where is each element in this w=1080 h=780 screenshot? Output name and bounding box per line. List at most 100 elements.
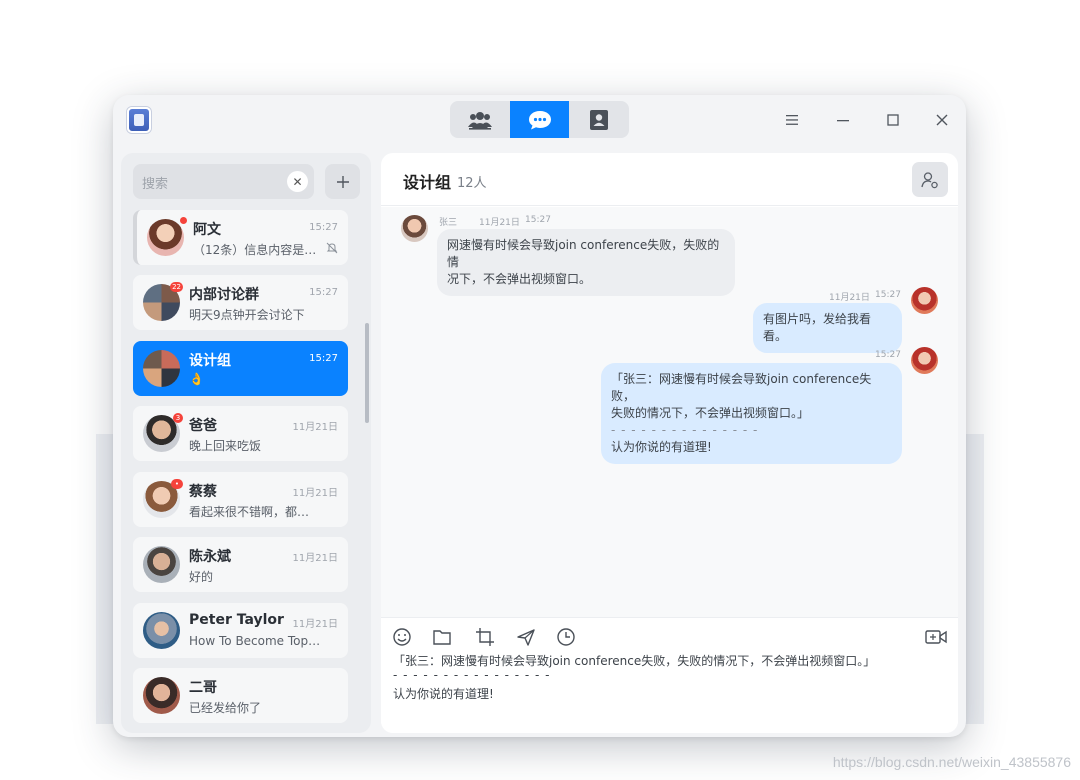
- maximize-icon: [887, 114, 899, 126]
- avatar: [143, 546, 180, 583]
- conversation-time: 15:27: [309, 353, 338, 364]
- conversation-preview: 👌: [189, 372, 204, 386]
- message-time: 15:27: [875, 350, 901, 360]
- tab-address-book[interactable]: [569, 101, 629, 138]
- draft-reply: 认为你说的有道理!: [393, 687, 494, 701]
- file-button[interactable]: [431, 626, 453, 648]
- avatar: [143, 677, 180, 714]
- search-input[interactable]: 搜索 ✕: [133, 164, 314, 199]
- app-window: 搜索 ✕ 阿文 （12条）信息内容是下… 15:27 22 内部讨论群 明天9点…: [113, 95, 966, 737]
- clock-icon: [557, 628, 575, 646]
- message-sender: 张三: [439, 218, 458, 228]
- crop-icon: [476, 628, 494, 646]
- tab-contacts-group[interactable]: [450, 101, 510, 138]
- conversation-item[interactable]: 二哥 已经发给你了: [133, 668, 348, 723]
- message-bubble[interactable]: 「张三：网速慢有时候会导致join conference失败， 失败的情况下，不…: [601, 363, 902, 464]
- video-call-button[interactable]: [925, 626, 947, 648]
- chat-title: 设计组: [403, 173, 452, 192]
- quote-text: 「张三：网速慢有时候会导致join conference失败，: [611, 372, 872, 403]
- message-date: 11月21日: [479, 218, 520, 228]
- message-time: 15:27: [525, 215, 551, 225]
- avatar: [147, 217, 187, 256]
- title-bar: [113, 95, 966, 145]
- message-date: 11月21日: [829, 293, 870, 303]
- screenshot-button[interactable]: [474, 626, 496, 648]
- maximize-button[interactable]: [880, 107, 906, 133]
- message-text: 有图片吗，发给我看看。: [763, 312, 872, 343]
- avatar: •: [143, 479, 183, 518]
- message-text: 况下，不会弹出视频窗口。: [447, 272, 592, 286]
- close-button[interactable]: [929, 107, 955, 133]
- conversation-item-active[interactable]: 设计组 👌 15:27: [133, 341, 348, 396]
- clear-search-button[interactable]: ✕: [287, 171, 308, 192]
- message-text: 网速慢有时候会导致join conference失败，失败的情: [447, 238, 720, 269]
- emoji-icon: [393, 628, 411, 646]
- contacts-group-icon: [467, 111, 492, 130]
- address-book-icon: [590, 109, 609, 130]
- unread-badge: 22: [170, 282, 183, 292]
- conversation-preview: 晚上回来吃饭: [189, 439, 262, 453]
- minimize-button[interactable]: [830, 107, 856, 133]
- close-icon: [936, 114, 948, 126]
- history-button[interactable]: [555, 626, 577, 648]
- message-bubble[interactable]: 网速慢有时候会导致join conference失败，失败的情 况下，不会弹出视…: [437, 229, 735, 296]
- conversation-name: 蔡蔡: [189, 484, 217, 500]
- add-conversation-button[interactable]: [325, 164, 360, 199]
- conversation-preview: （12条）信息内容是下…: [193, 243, 325, 257]
- avatar: 3: [143, 413, 183, 452]
- conversation-item[interactable]: 3 爸爸 晚上回来吃饭 11月21日: [133, 406, 348, 461]
- watermark: https://blog.csdn.net/weixin_43855876: [832, 754, 1071, 770]
- conversation-time: 15:27: [309, 287, 338, 298]
- group-avatar: 22: [143, 282, 183, 321]
- conversation-name: Peter Taylor: [189, 612, 284, 628]
- emoji-button[interactable]: [391, 626, 413, 648]
- close-icon: ✕: [292, 174, 303, 189]
- view-switcher: [450, 101, 629, 138]
- avatar: [911, 287, 938, 314]
- unread-badge: •: [171, 479, 183, 489]
- group-members-button[interactable]: [912, 162, 948, 197]
- quote-divider: - - - - - - - - - - - - - - -: [611, 423, 759, 437]
- quote-text: 失败的情况下，不会弹出视频窗口。」: [611, 406, 810, 420]
- conversation-preview: 好的: [189, 570, 214, 584]
- conversation-time: 11月21日: [292, 422, 338, 433]
- group-settings-icon: [921, 171, 938, 188]
- conversation-item[interactable]: Peter Taylor How To Become Top… 11月21日: [133, 603, 348, 658]
- member-count: 12人: [457, 176, 487, 191]
- message-composer[interactable]: 「张三：网速慢有时候会导致join conference失败，失败的情况下，不会…: [381, 617, 958, 733]
- send-plane-icon: [517, 629, 535, 646]
- app-logo-icon: [127, 107, 151, 133]
- menu-button[interactable]: [779, 107, 805, 133]
- message-list: 张三 11月21日 15:27 网速慢有时候会导致join conference…: [381, 207, 958, 617]
- conversation-item[interactable]: 陈永斌 好的 11月21日: [133, 537, 348, 592]
- unread-dot: [180, 217, 187, 224]
- mute-icon: [326, 242, 338, 254]
- avatar: [143, 612, 180, 649]
- message-bubble[interactable]: 有图片吗，发给我看看。: [753, 303, 902, 353]
- conversation-preview: How To Become Top…: [189, 634, 321, 648]
- conversation-time: 11月21日: [292, 488, 338, 499]
- conversation-time: 15:27: [309, 222, 338, 233]
- conversation-name: 二哥: [189, 680, 217, 696]
- conversation-name: 设计组: [189, 353, 231, 369]
- conversation-name: 内部讨论群: [189, 287, 259, 303]
- draft-quote: 「张三：网速慢有时候会导致join conference失败，失败的情况下，不会…: [393, 654, 876, 668]
- conversation-preview: 已经发给你了: [189, 701, 262, 715]
- chat-bubble-icon: [528, 110, 551, 129]
- avatar: [401, 215, 428, 242]
- draft-divider: - - - - - - - - - - - - - - - -: [393, 668, 551, 682]
- conversation-item[interactable]: 22 内部讨论群 明天9点钟开会讨论下 15:27: [133, 275, 348, 330]
- send-file-button[interactable]: [515, 626, 537, 648]
- conversation-item[interactable]: • 蔡蔡 看起来很不错啊，都… 11月21日: [133, 472, 348, 527]
- unread-badge: 3: [173, 413, 183, 423]
- group-avatar: [143, 350, 180, 387]
- chat-header: 设计组 12人: [381, 153, 958, 206]
- conversation-item[interactable]: 阿文 （12条）信息内容是下… 15:27: [133, 210, 348, 265]
- message-text: 认为你说的有道理!: [611, 440, 712, 454]
- conversation-time: 11月21日: [292, 553, 338, 564]
- conversation-time: 11月21日: [292, 619, 338, 630]
- sidebar-scrollbar[interactable]: [365, 323, 369, 423]
- tab-chats[interactable]: [509, 101, 570, 138]
- conversation-preview: 明天9点钟开会讨论下: [189, 308, 305, 322]
- plus-icon: [336, 175, 349, 188]
